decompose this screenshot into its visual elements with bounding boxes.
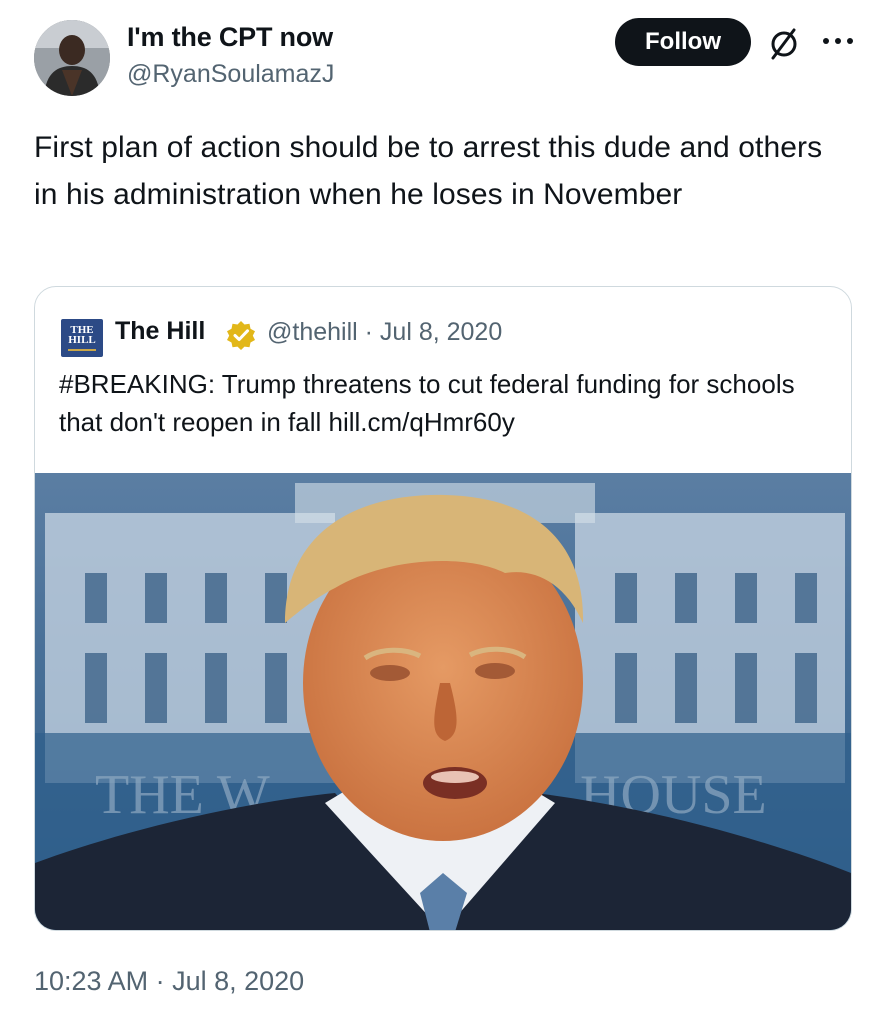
the-hill-logo[interactable]: THE HILL (61, 319, 103, 357)
slashed-circle-icon[interactable] (764, 24, 804, 64)
logo-line-2: HILL (68, 334, 96, 346)
verified-badge-icon (225, 319, 257, 351)
logo-rule (68, 349, 96, 351)
more-dots-icon[interactable] (818, 26, 858, 56)
quoted-tweet-text: #BREAKING: Trump threatens to cut federa… (59, 369, 795, 437)
quoted-display-name[interactable]: The Hill (115, 317, 205, 346)
quoted-tweet-image[interactable]: THE W HOUSE (35, 473, 851, 930)
quoted-handle-date[interactable]: @thehill · Jul 8, 2020 (267, 318, 502, 347)
user-handle[interactable]: @RyanSoulamazJ (127, 60, 334, 89)
tweet-timestamp[interactable]: 10:23 AM · Jul 8, 2020 (34, 966, 304, 997)
display-name[interactable]: I'm the CPT now (127, 22, 333, 53)
follow-button[interactable]: Follow (615, 18, 751, 66)
quoted-tweet-card[interactable]: THE HILL The Hill @thehill · Jul 8, 2020… (34, 286, 852, 931)
avatar[interactable] (34, 20, 110, 96)
tweet-text: First plan of action should be to arrest… (34, 131, 823, 211)
